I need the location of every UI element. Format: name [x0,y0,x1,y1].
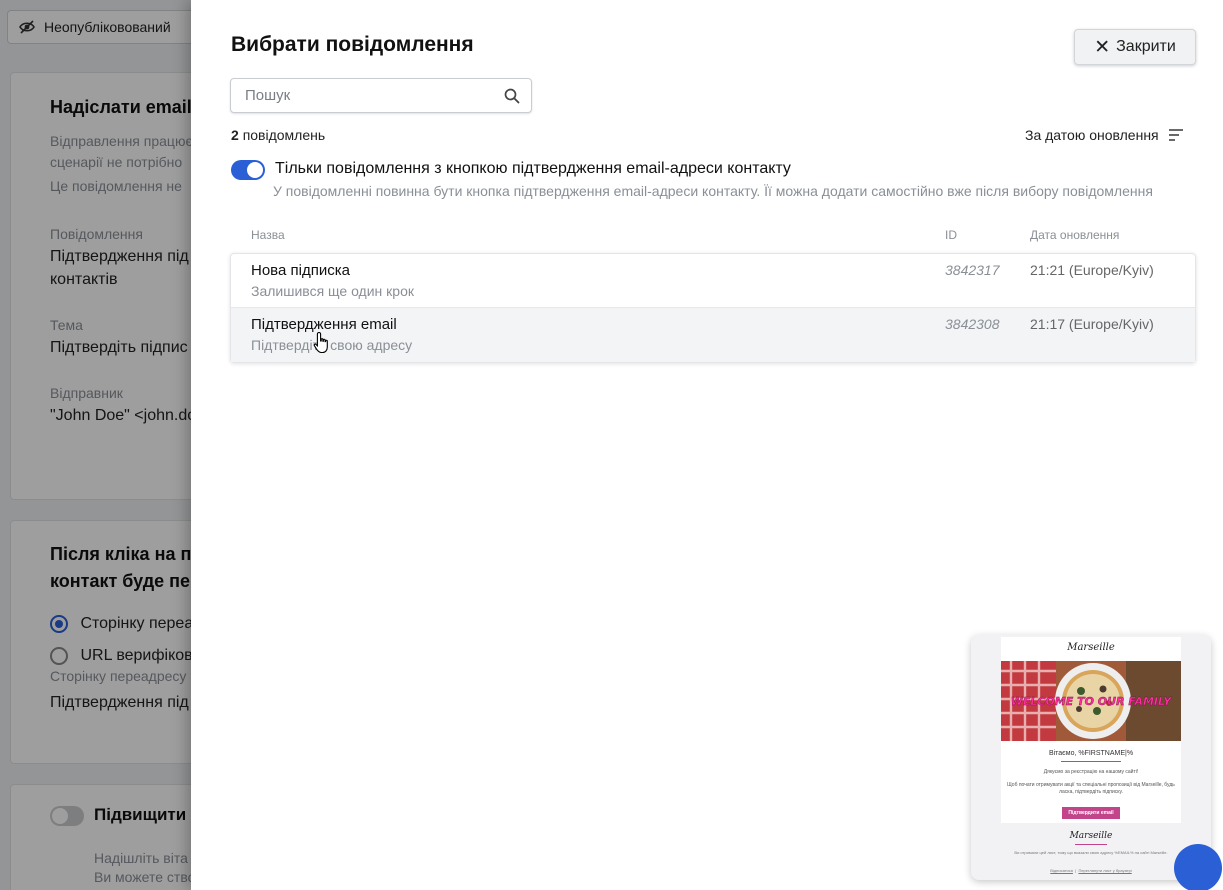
column-name-header: Назва [251,228,285,242]
row-id: 3842308 [945,316,1000,332]
column-date-header: Дата оновлення [1030,228,1120,242]
email-preview[interactable]: Marseille WELCOME TO OUR FAMILY Вітаємо,… [971,635,1211,880]
message-count: 2 повідомлень [231,127,325,143]
preview-line-2: Щоб почати отримувати акції та спеціальн… [1007,782,1175,795]
search-icon[interactable] [503,87,521,105]
preview-footer-divider [1075,844,1107,845]
close-icon: ✕ [1094,36,1111,58]
row-subtitle: Залишився ще один крок [251,283,414,299]
confirm-button-toggle[interactable] [231,160,265,180]
toggle-label: Тільки повідомлення з кнопкою підтвердже… [275,160,791,177]
preview-footer-text: Ви отримали цей лист, тому що вказали св… [1014,850,1168,855]
preview-browser-link: Переглянути лист у браузері [1078,868,1132,873]
preview-line-1: Дякуємо за реєстрацію на нашому сайті! [1043,769,1139,775]
message-count-number: 2 [231,127,239,143]
drawer-title: Вибрати повідомлення [231,33,474,56]
preview-hero-text: WELCOME TO OUR FAMILY [1011,695,1173,708]
sort-control[interactable]: За датою оновлення [1025,127,1184,143]
toggle-hint: У повідомленні повинна бути кнопка підтв… [273,183,1153,199]
chat-widget-button[interactable] [1174,844,1222,890]
sort-label: За датою оновлення [1025,127,1159,143]
row-name: Нова підписка [251,262,350,279]
close-button[interactable]: ✕ Закрити [1074,29,1196,65]
preview-confirm-button: Підтвердити email [1062,807,1120,819]
search-input[interactable] [231,79,481,112]
row-id: 3842317 [945,262,1000,278]
hand-cursor-icon [313,331,331,355]
table-row[interactable]: Нова підписка Залишився ще один крок 384… [231,254,1195,308]
messages-table: Нова підписка Залишився ще один крок 384… [230,253,1196,363]
email-preview-body: Marseille WELCOME TO OUR FAMILY Вітаємо,… [1001,637,1181,823]
column-id-header: ID [945,228,957,242]
row-subtitle: Підтвердіть свою адресу [251,337,413,353]
search-box [230,78,532,113]
close-button-label: Закрити [1116,38,1176,55]
message-count-suffix: повідомлень [242,127,326,143]
row-date: 21:17 (Europe/Kyiv) [1030,316,1154,332]
preview-divider [1061,761,1121,762]
preview-unsubscribe-link: Відписатися [1050,868,1073,873]
preview-greeting: Вітаємо, %FIRSTNAME|% [1048,750,1134,757]
preview-logo: Marseille [1067,642,1115,653]
preview-hero-image: WELCOME TO OUR FAMILY [1001,661,1181,741]
row-date: 21:21 (Europe/Kyiv) [1030,262,1154,278]
preview-footer-logo: Marseille [1069,831,1113,841]
sort-icon [1168,128,1184,142]
table-row[interactable]: Підтвердження email Підтвердіть свою адр… [231,308,1195,362]
